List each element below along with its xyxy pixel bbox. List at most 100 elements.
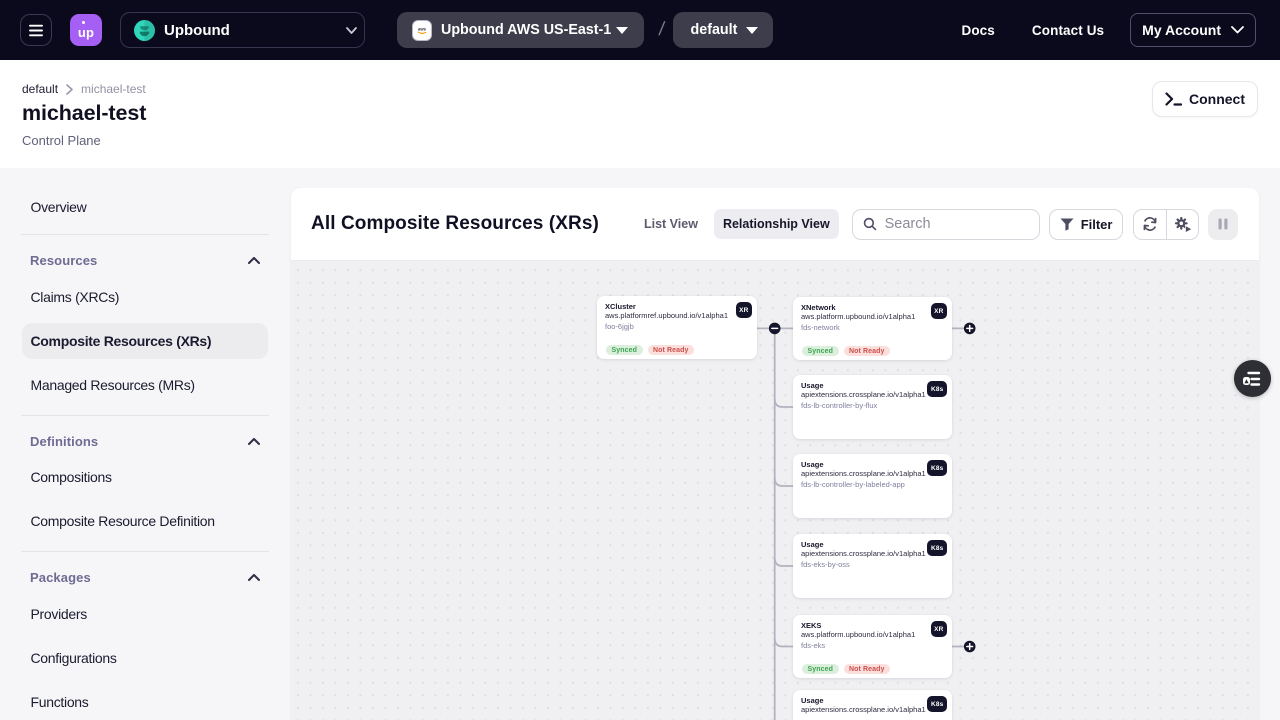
pause-button[interactable] bbox=[1208, 209, 1238, 240]
status-badge-not-ready: Not Ready bbox=[844, 346, 891, 356]
sidebar-divider bbox=[21, 415, 269, 416]
list-view-button[interactable]: List View bbox=[644, 217, 698, 231]
hamburger-icon bbox=[29, 24, 43, 37]
sidebar-item-composite-resources[interactable]: Composite Resources (XRs) bbox=[22, 323, 268, 359]
graph-node-xcluster[interactable]: XClusteraws.platformref.upbound.io/v1alp… bbox=[597, 296, 757, 359]
chevron-down-icon bbox=[346, 27, 357, 34]
relationship-view-button[interactable]: Relationship View bbox=[714, 209, 839, 239]
status-badge-synced: Synced bbox=[606, 345, 643, 355]
sidebar-section-label: Packages bbox=[30, 570, 248, 585]
legend-icon bbox=[1243, 371, 1262, 387]
gear-play-icon bbox=[1174, 216, 1192, 233]
node-kind-badge: XR bbox=[931, 303, 947, 319]
node-api-version: aws.platformref.upbound.io/v1alpha1 bbox=[605, 312, 750, 320]
page-subtitle: Control Plane bbox=[22, 133, 1260, 148]
graph-node-xeks[interactable]: XEKSaws.platform.upbound.io/v1alpha1fds-… bbox=[793, 615, 952, 678]
contact-us-link[interactable]: Contact Us bbox=[1032, 23, 1104, 38]
node-title: Usage bbox=[801, 382, 945, 390]
organization-avatar bbox=[134, 20, 155, 41]
search-icon bbox=[863, 216, 877, 232]
sidebar-item-compositions[interactable]: Compositions bbox=[22, 459, 268, 495]
graph-node-xnetwork[interactable]: XNetworkaws.platform.upbound.io/v1alpha1… bbox=[793, 297, 952, 360]
node-kind-badge: K8s bbox=[927, 540, 947, 556]
breadcrumb-current: michael-test bbox=[81, 82, 146, 96]
upbound-logo-text: up bbox=[78, 25, 94, 40]
refresh-icon bbox=[1142, 216, 1158, 232]
chevron-up-icon bbox=[248, 574, 260, 581]
sidebar-item-providers[interactable]: Providers bbox=[22, 596, 268, 632]
sidebar-item-functions[interactable]: Functions bbox=[22, 684, 268, 720]
status-badge-not-ready: Not Ready bbox=[844, 664, 891, 674]
sidebar-divider bbox=[21, 234, 269, 235]
sidebar-item-label: Managed Resources (MRs) bbox=[31, 377, 195, 393]
docs-link[interactable]: Docs bbox=[961, 23, 994, 38]
path-separator: / bbox=[658, 19, 666, 41]
group-select[interactable]: default bbox=[673, 12, 774, 48]
my-account-button[interactable]: My Account bbox=[1130, 13, 1256, 47]
search-box bbox=[852, 209, 1040, 240]
svg-text:aws: aws bbox=[418, 26, 427, 31]
legend-toggle-button[interactable] bbox=[1234, 360, 1271, 397]
sidebar-section-definitions[interactable]: Definitions bbox=[0, 428, 280, 454]
filter-label: Filter bbox=[1081, 217, 1113, 232]
breadcrumb-group[interactable]: default bbox=[22, 82, 58, 96]
pause-icon bbox=[1218, 218, 1228, 230]
sidebar-item-label: Composite Resource Definition bbox=[31, 513, 215, 529]
graph-edges bbox=[291, 261, 1259, 720]
sidebar-item-label: Providers bbox=[31, 606, 87, 622]
status-badge-not-ready: Not Ready bbox=[648, 345, 695, 355]
search-input[interactable] bbox=[885, 216, 1029, 232]
node-api-version: apiextensions.crossplane.io/v1alpha1 bbox=[801, 550, 945, 558]
node-kind-badge: K8s bbox=[927, 381, 947, 397]
graph-node-usage-4[interactable]: Usageapiextensions.crossplane.io/v1alpha… bbox=[793, 690, 952, 720]
upbound-logo[interactable]: up bbox=[70, 14, 102, 46]
menu-button[interactable] bbox=[20, 14, 52, 46]
node-name: fds-network bbox=[801, 324, 945, 332]
sidebar-item-label: Configurations bbox=[31, 650, 117, 666]
app-root: up Upbound aws Upbound AWS US-East-1 bbox=[0, 0, 1280, 720]
sidebar-section-resources[interactable]: Resources bbox=[0, 248, 280, 274]
caret-down-icon bbox=[616, 27, 628, 34]
connect-label: Connect bbox=[1189, 91, 1245, 107]
node-name: fds-eks bbox=[801, 642, 945, 650]
sidebar-section-packages[interactable]: Packages bbox=[0, 565, 280, 591]
connect-button[interactable]: Connect bbox=[1152, 81, 1258, 117]
main-panel-wrap: All Composite Resources (XRs) List View … bbox=[291, 168, 1280, 720]
graph-node-usage-3[interactable]: Usageapiextensions.crossplane.io/v1alpha… bbox=[793, 534, 952, 598]
chevron-down-icon bbox=[1231, 26, 1244, 34]
graph-node-usage-2[interactable]: Usageapiextensions.crossplane.io/v1alpha… bbox=[793, 454, 952, 518]
node-statuses: Synced Not Ready bbox=[802, 664, 890, 674]
node-statuses: SyncedNot Ready bbox=[802, 346, 890, 356]
sidebar-item-configurations[interactable]: Configurations bbox=[22, 640, 268, 676]
sidebar-item-label: Claims (XRCs) bbox=[31, 289, 120, 305]
panel-title: All Composite Resources (XRs) bbox=[311, 213, 599, 235]
status-badge-synced: Synced bbox=[802, 664, 839, 674]
node-api-version: apiextensions.crossplane.io/v1alpha1 bbox=[801, 470, 945, 478]
sidebar-item-overview[interactable]: Overview bbox=[22, 189, 268, 225]
panel-header: All Composite Resources (XRs) List View … bbox=[291, 188, 1259, 260]
graph-node-usage-1[interactable]: Usageapiextensions.crossplane.io/v1alpha… bbox=[793, 375, 952, 439]
relationship-canvas[interactable]: XClusteraws.platformref.upbound.io/v1alp… bbox=[291, 260, 1259, 720]
filter-button[interactable]: Filter bbox=[1049, 209, 1124, 240]
sidebar-item-label: Overview bbox=[31, 199, 87, 215]
run-automation-button[interactable] bbox=[1166, 210, 1198, 239]
refresh-button[interactable] bbox=[1134, 210, 1166, 239]
sidebar-item-claims[interactable]: Claims (XRCs) bbox=[22, 279, 268, 315]
topbar: up Upbound aws Upbound AWS US-East-1 bbox=[0, 0, 1280, 60]
organization-select[interactable]: Upbound bbox=[120, 12, 365, 48]
organization-select-label: Upbound bbox=[164, 22, 346, 39]
sidebar-item-managed-resources[interactable]: Managed Resources (MRs) bbox=[22, 367, 268, 403]
node-title: XNetwork bbox=[801, 304, 945, 312]
control-plane-select[interactable]: aws Upbound AWS US-East-1 bbox=[397, 12, 644, 48]
node-title: XEKS bbox=[801, 622, 945, 630]
caret-down-icon bbox=[746, 27, 758, 34]
page-header: default michael-test michael-test Contro… bbox=[0, 60, 1280, 168]
sidebar-item-composite-resource-definition[interactable]: Composite Resource Definition bbox=[22, 503, 268, 539]
page-title: michael-test bbox=[22, 103, 1260, 123]
node-title: Usage bbox=[801, 541, 945, 549]
node-name: foo-6jgjb bbox=[605, 323, 750, 331]
breadcrumb: default michael-test bbox=[22, 82, 1260, 96]
node-api-version: aws.platform.upbound.io/v1alpha1 bbox=[801, 313, 945, 321]
node-name: fds-lb-controller-by-labeled-app bbox=[801, 481, 945, 489]
node-kind-badge: XR bbox=[736, 302, 752, 318]
